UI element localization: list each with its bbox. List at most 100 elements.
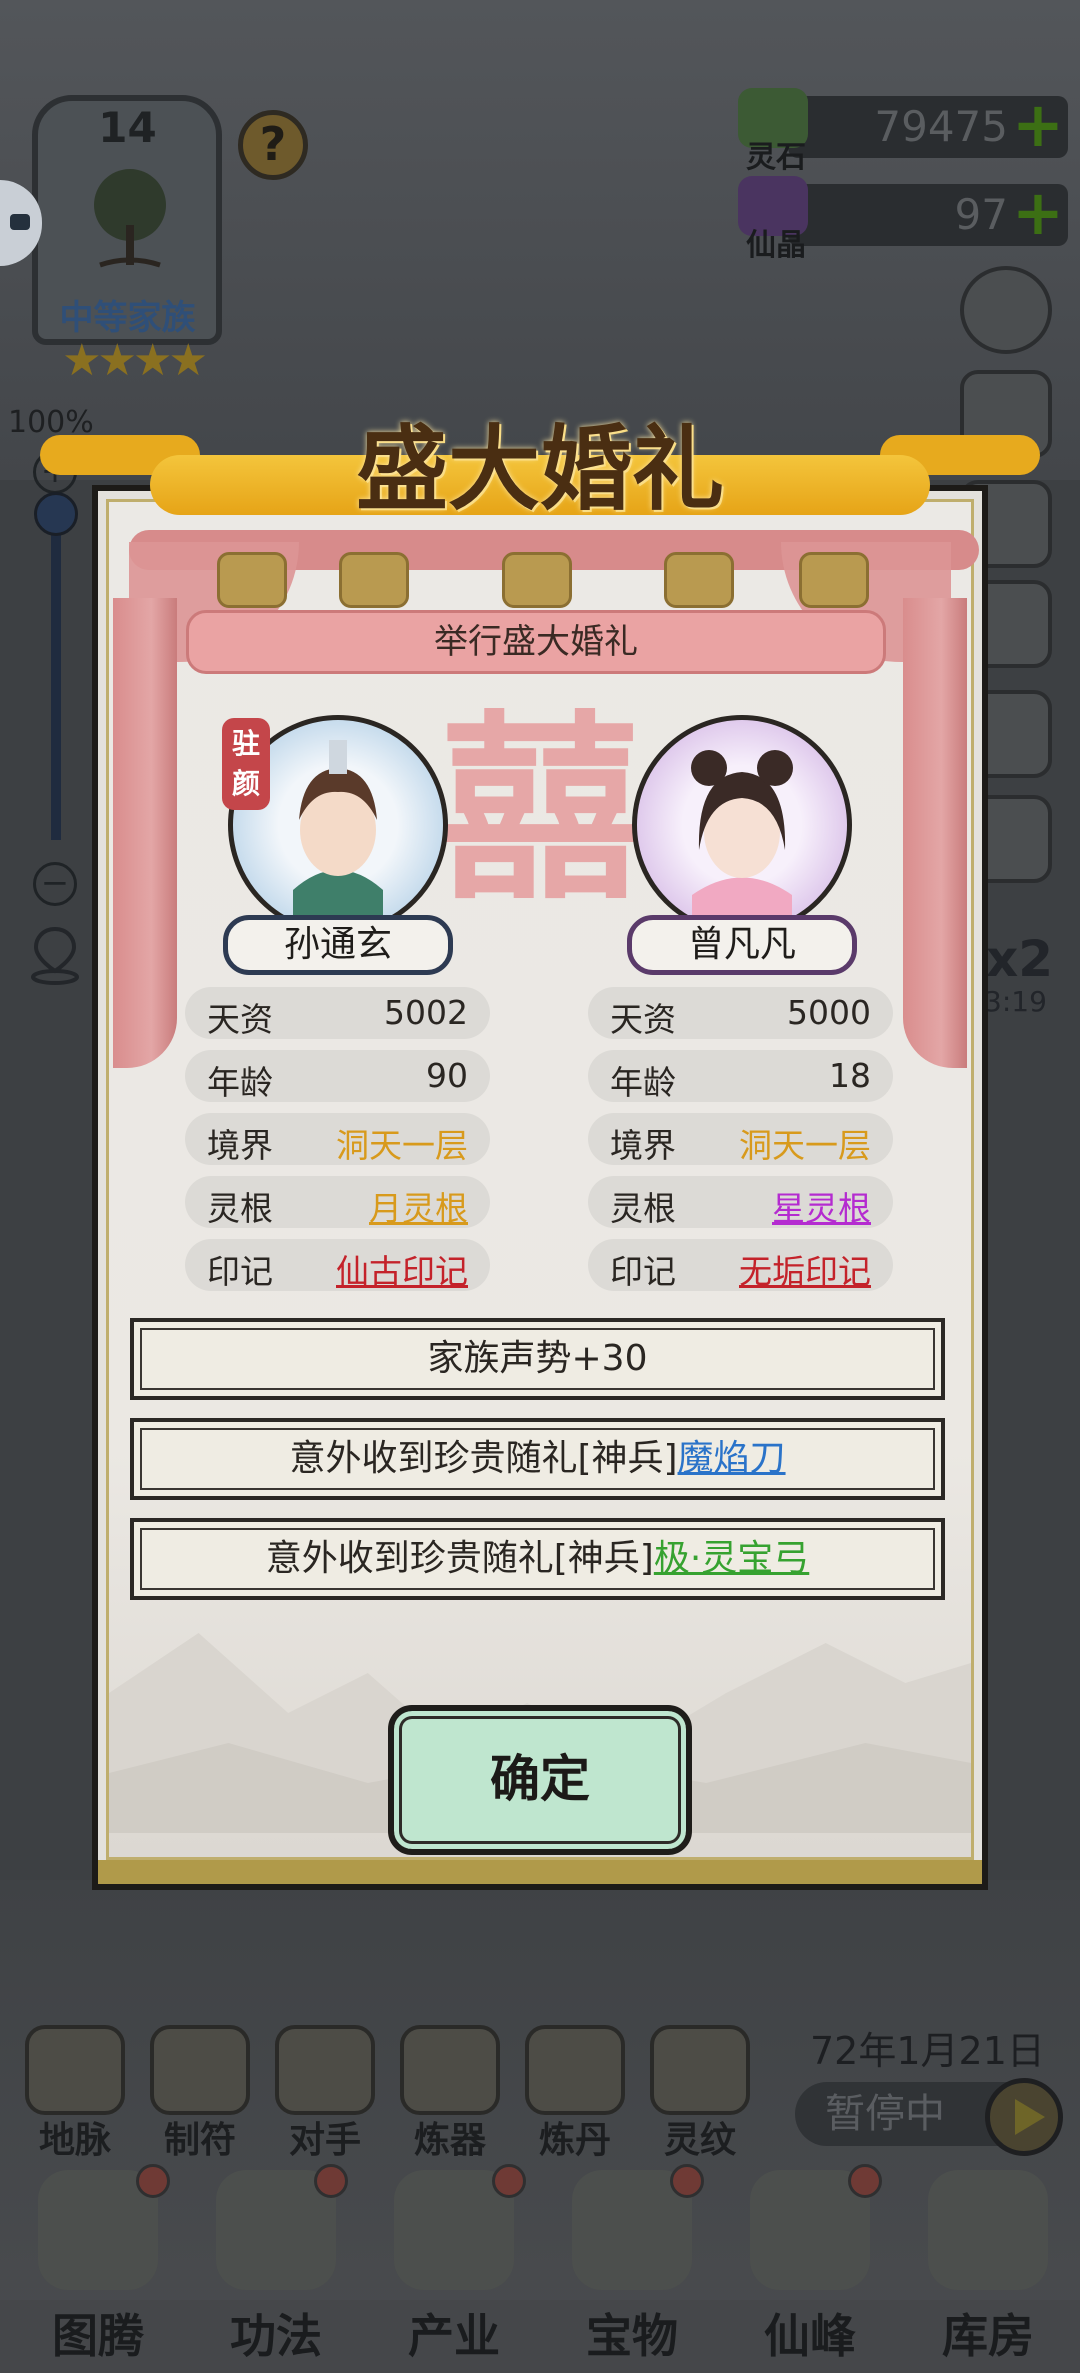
nav-tab-industry[interactable]: 产业 [364, 2164, 534, 2370]
resource-value: 97 [954, 190, 1008, 239]
play-icon[interactable] [985, 2078, 1063, 2156]
nav-tab-technique[interactable]: 功法 [186, 2164, 356, 2370]
double-happiness-symbol: 囍 [439, 692, 640, 927]
nav-tab-label: 库房 [942, 2309, 1034, 2363]
clan-rank-name: 中等家族 [59, 298, 196, 338]
stat-row: 境界 洞天一层 [588, 1113, 893, 1165]
groom-name: 孙通玄 [223, 915, 453, 975]
stat-label: 灵根 [610, 1189, 676, 1228]
stat-row: 灵根 星灵根 [588, 1176, 893, 1228]
reward-item-link[interactable]: 极·灵宝弓 [654, 1538, 809, 1579]
menu-item-earth-vein[interactable]: 地脉 [15, 2025, 135, 2161]
zoom-slider-track[interactable] [51, 500, 61, 840]
nav-tab-label: 宝物 [586, 2309, 678, 2363]
reward-text: 意外收到珍贵随礼[神兵] [265, 1538, 654, 1579]
menu-item-label: 对手 [288, 2120, 361, 2161]
reward-item: 意外收到珍贵随礼[神兵]魔焰刀 [130, 1418, 945, 1500]
add-immortal-crystal-button[interactable]: + [1012, 182, 1064, 244]
nav-tab-totem[interactable]: 图腾 [8, 2164, 178, 2370]
stat-label: 天资 [207, 1000, 273, 1039]
stat-row: 境界 洞天一层 [185, 1113, 490, 1165]
willow-tree-icon [94, 169, 166, 268]
resource-label: 仙晶 [746, 228, 806, 263]
menu-item-label: 地脉 [38, 2120, 111, 2161]
speed-timer: 3:19 [984, 985, 1047, 1018]
stat-label: 天资 [610, 1000, 676, 1039]
help-button[interactable]: ? [238, 110, 308, 180]
stat-value: 洞天一层 [336, 1126, 468, 1165]
stat-label: 印记 [610, 1252, 676, 1291]
reward-text: 家族声势+30 [427, 1338, 648, 1379]
nav-tab-label: 仙峰 [764, 2309, 856, 2363]
decor-curtain [113, 598, 177, 1068]
stat-row: 天资 5000 [588, 987, 893, 1039]
bride-figure-icon [691, 750, 793, 930]
stat-value[interactable]: 月灵根 [369, 1182, 468, 1230]
reward-item: 家族声势+30 [130, 1318, 945, 1400]
stat-value: 5002 [384, 993, 468, 1032]
clan-level: 14 [98, 103, 157, 152]
confirm-button[interactable]: 确定 [388, 1705, 692, 1855]
warehouse-icon [928, 2170, 1048, 2290]
decor-curtain [903, 598, 967, 1068]
stat-row: 印记 仙古印记 [185, 1239, 490, 1291]
nav-tab-label: 功法 [230, 2309, 322, 2363]
menu-item-label: 灵纹 [663, 2120, 736, 2161]
stamp-badge: 驻颜 [222, 718, 270, 810]
dialog-subtitle: 举行盛大婚礼 [186, 610, 886, 674]
stat-value: 5000 [787, 993, 871, 1032]
clan-badge[interactable]: 14 中等家族 ★★★★ [20, 95, 235, 386]
resource-label: 灵石 [746, 140, 806, 175]
lantern-icon [664, 552, 734, 608]
reward-text: 意外收到珍贵随礼[神兵] [289, 1438, 678, 1479]
nav-tab-treasure[interactable]: 宝物 [542, 2164, 712, 2370]
clan-stars: ★★★★ [62, 335, 208, 386]
notification-dot [136, 2164, 170, 2198]
speed-multiplier[interactable]: x2 [986, 930, 1053, 988]
nav-tab-label: 产业 [408, 2309, 500, 2363]
game-date: 72年1月21日 [810, 2029, 1045, 2073]
resource-value: 79475 [874, 102, 1008, 151]
menu-item-rune[interactable]: 灵纹 [640, 2025, 760, 2161]
rune-icon [650, 2025, 750, 2115]
menu-item-alchemy[interactable]: 炼丹 [515, 2025, 635, 2161]
alchemy-icon [525, 2025, 625, 2115]
resource-immortal-crystal: 仙晶 97 + [738, 176, 1068, 263]
settings-gear-icon[interactable] [960, 266, 1052, 354]
reward-item-link[interactable]: 魔焰刀 [678, 1438, 786, 1479]
menu-item-opponent[interactable]: 对手 [265, 2025, 385, 2161]
notification-dot [314, 2164, 348, 2198]
notification-dot [492, 2164, 526, 2198]
stat-label: 印记 [207, 1252, 273, 1291]
zoom-out-button[interactable]: − [33, 862, 77, 906]
stat-value: 18 [829, 1056, 871, 1095]
earth-vein-icon [25, 2025, 125, 2115]
bride-portrait-avatar[interactable] [632, 715, 852, 935]
stat-row: 天资 5002 [185, 987, 490, 1039]
notification-dot [848, 2164, 882, 2198]
locate-icon[interactable] [28, 925, 82, 985]
stat-row: 年龄 90 [185, 1050, 490, 1102]
opponent-icon [275, 2025, 375, 2115]
menu-item-talisman[interactable]: 制符 [140, 2025, 260, 2161]
stat-label: 境界 [610, 1126, 676, 1165]
stat-value[interactable]: 星灵根 [772, 1182, 871, 1230]
stat-value[interactable]: 无垢印记 [739, 1245, 871, 1293]
menu-item-label: 炼器 [413, 2120, 486, 2161]
stat-label: 年龄 [610, 1063, 676, 1102]
add-spirit-stone-button[interactable]: + [1012, 94, 1064, 156]
stat-value: 90 [426, 1056, 468, 1095]
stat-label: 年龄 [207, 1063, 273, 1102]
nav-tab-peak[interactable]: 仙峰 [720, 2164, 890, 2370]
stat-value[interactable]: 仙古印记 [336, 1245, 468, 1293]
lantern-icon [339, 552, 409, 608]
title-banner: 盛大婚礼 [40, 395, 1040, 535]
nav-tab-label: 图腾 [52, 2309, 144, 2363]
menu-item-forge[interactable]: 炼器 [390, 2025, 510, 2161]
stat-label: 灵根 [207, 1189, 273, 1228]
stat-row: 年龄 18 [588, 1050, 893, 1102]
lantern-icon [502, 552, 572, 608]
zoom-slider-handle[interactable] [34, 492, 78, 536]
dialog-title: 盛大婚礼 [355, 415, 724, 523]
nav-tab-warehouse[interactable]: 库房 [898, 2170, 1068, 2370]
